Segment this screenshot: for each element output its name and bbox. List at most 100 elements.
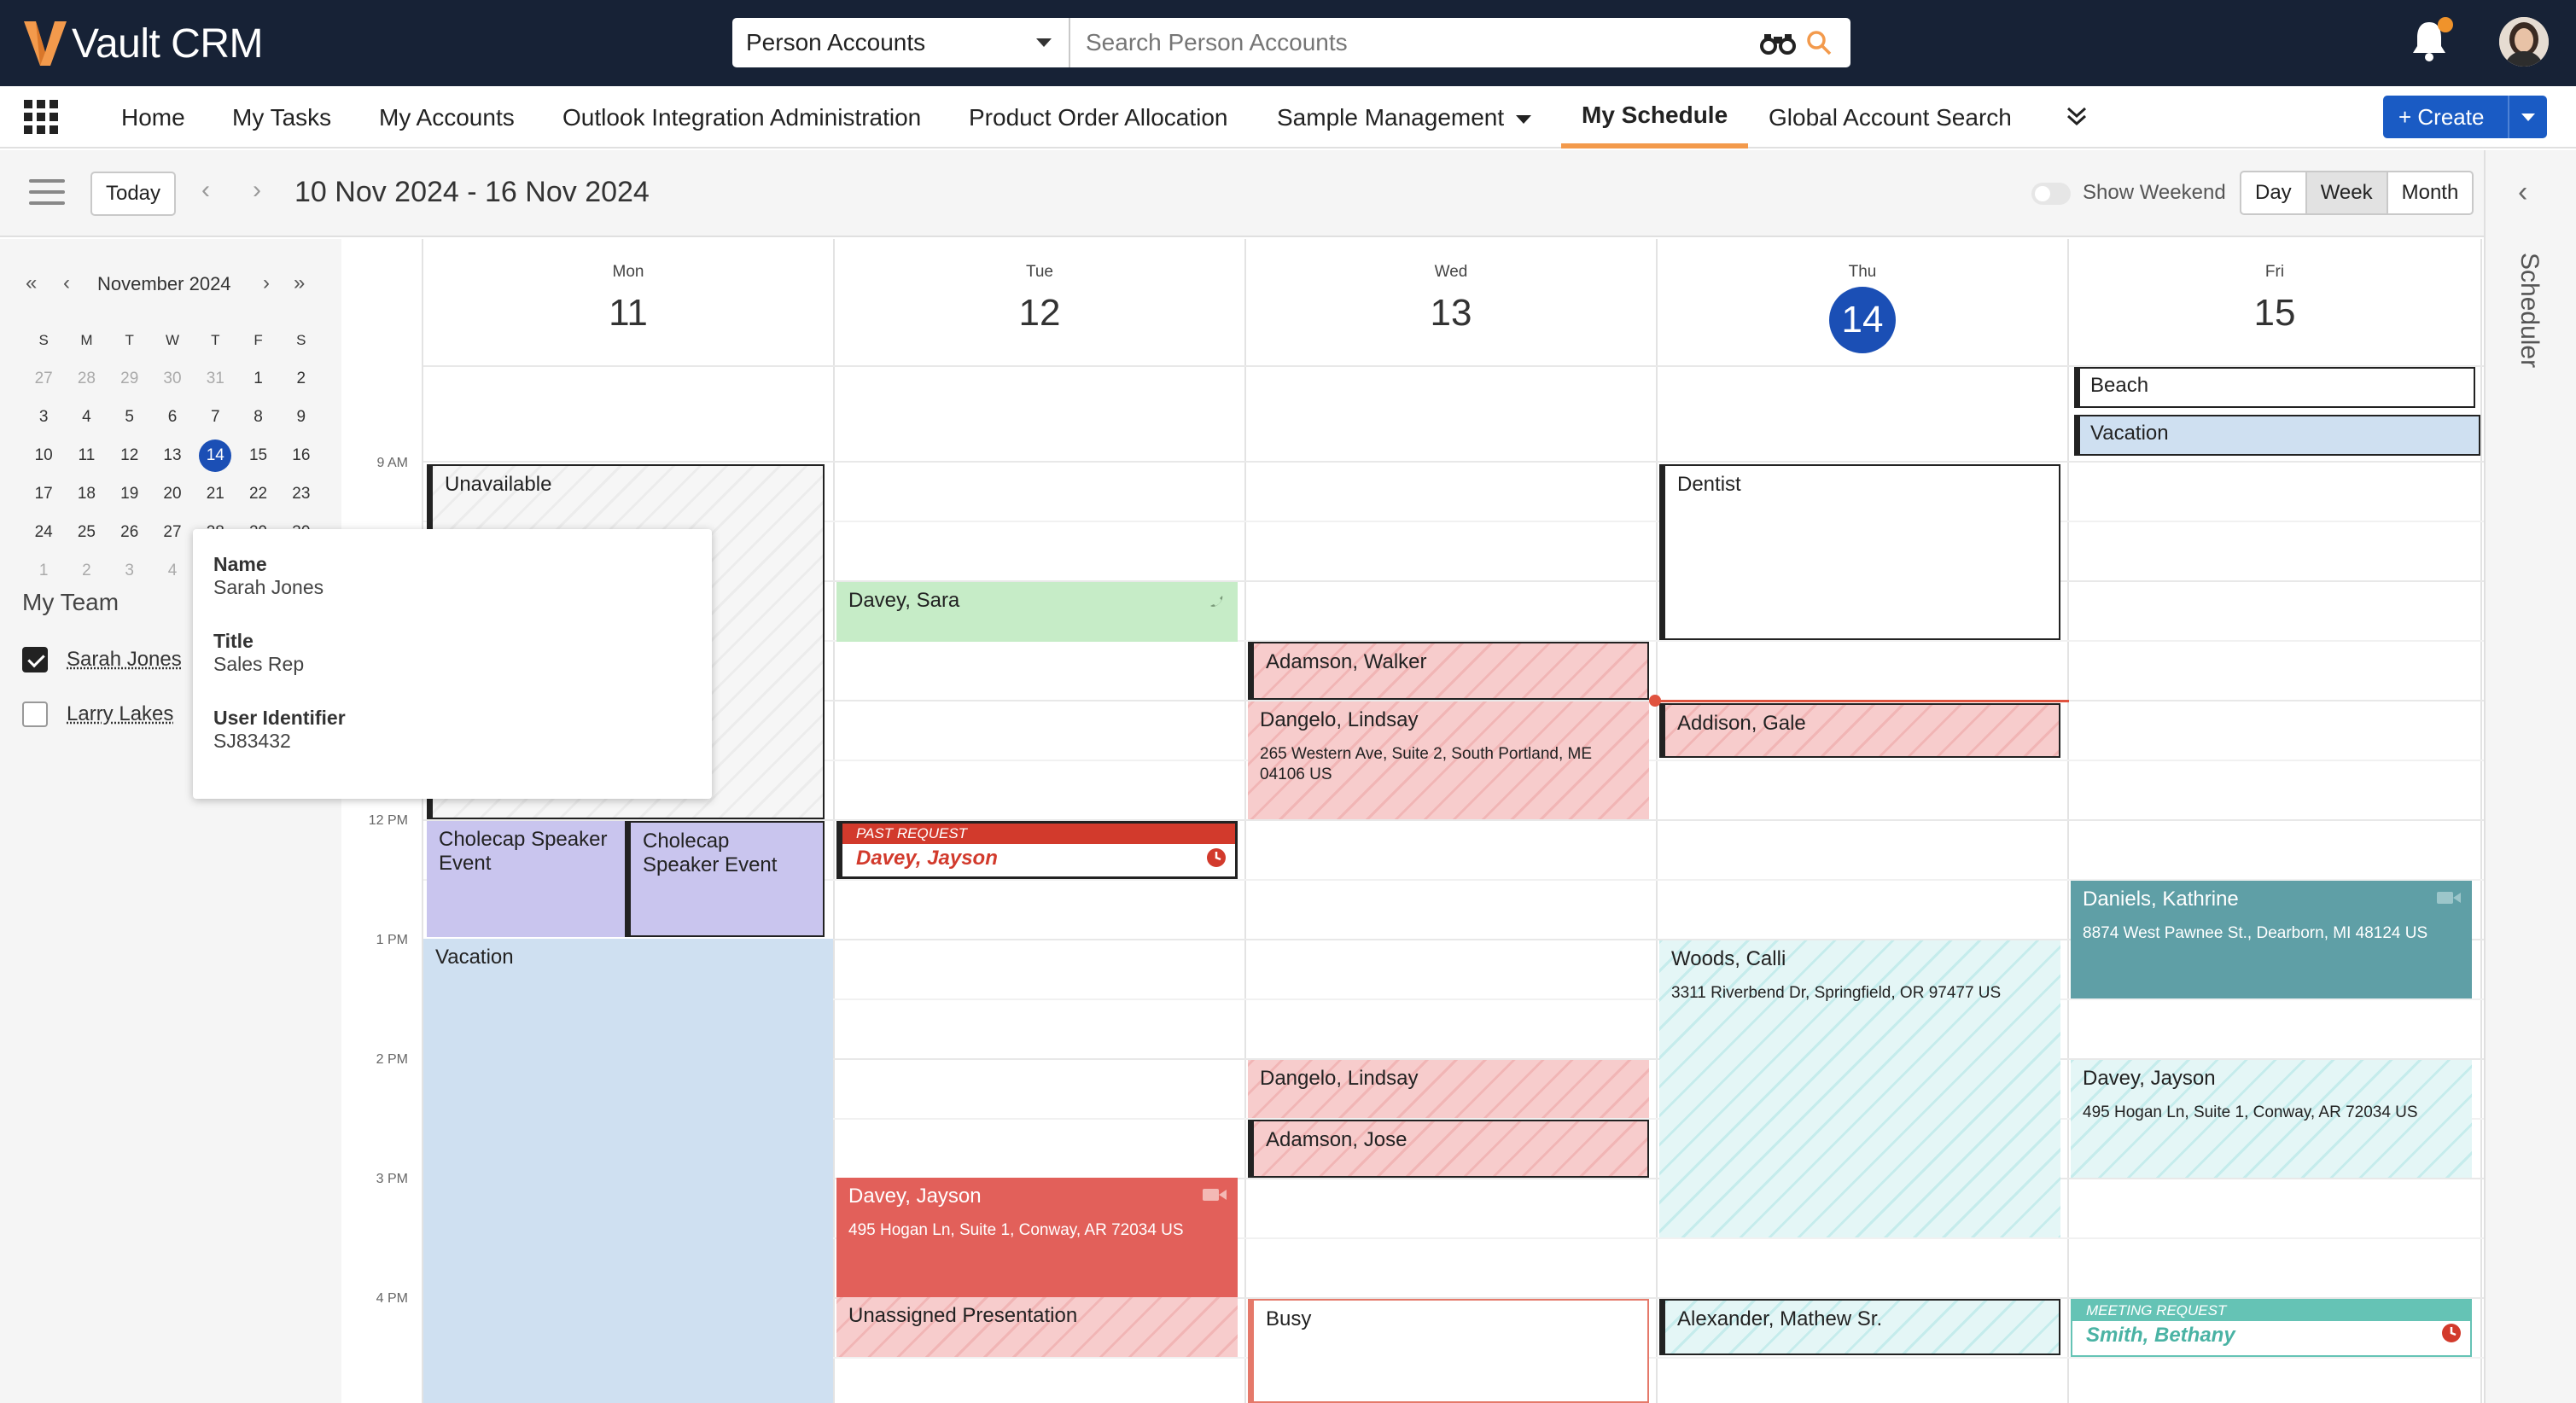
mini-calendar-day[interactable]: 8	[236, 408, 279, 427]
prev-year-icon[interactable]: «	[26, 271, 37, 295]
mini-calendar-day[interactable]: 27	[22, 370, 65, 388]
mini-calendar-day[interactable]: 28	[65, 370, 108, 388]
mini-calendar-day[interactable]: 31	[194, 370, 236, 388]
view-month-button[interactable]: Month	[2388, 172, 2473, 213]
notifications-bell-icon[interactable]	[2410, 17, 2453, 66]
event-davey-jayson-fri[interactable]: Davey, Jayson 495 Hogan Ln, Suite 1, Con…	[2071, 1060, 2472, 1178]
all-day-event-beach[interactable]: Beach	[2074, 367, 2475, 408]
mini-calendar-day[interactable]: 3	[108, 562, 151, 580]
event-addison-gale[interactable]: Addison, Gale	[1659, 703, 2060, 758]
day-header-tue[interactable]: Tue 12	[835, 239, 1244, 367]
mini-calendar-day[interactable]: 7	[194, 408, 236, 427]
mini-calendar-day[interactable]: 25	[65, 523, 108, 542]
mini-calendar-day[interactable]: 6	[151, 408, 194, 427]
chevron-left-icon[interactable]: ‹	[2518, 176, 2527, 209]
event-cholecap-speaker-1[interactable]: Cholecap Speaker Event	[427, 821, 625, 937]
mini-calendar-day[interactable]: 29	[108, 370, 151, 388]
next-year-icon[interactable]: »	[294, 271, 305, 295]
nav-my-schedule[interactable]: My Schedule	[1561, 86, 1749, 148]
nav-my-tasks[interactable]: My Tasks	[232, 86, 331, 148]
event-vacation-mon[interactable]: Vacation	[423, 939, 833, 1403]
day-header-wed[interactable]: Wed 13	[1246, 239, 1656, 367]
member-checkbox[interactable]	[22, 702, 48, 727]
event-unassigned-presentation[interactable]: Unassigned Presentation	[836, 1297, 1238, 1357]
app-launcher-icon[interactable]	[24, 100, 58, 134]
member-checkbox[interactable]	[22, 647, 48, 672]
team-member-larry-lakes[interactable]: Larry Lakes	[22, 702, 173, 727]
mini-calendar-day[interactable]: 21	[194, 485, 236, 504]
nav-global-account-search[interactable]: Global Account Search	[1769, 86, 2012, 148]
mini-calendar-day[interactable]: 22	[236, 485, 279, 504]
event-alexander-mathew[interactable]: Alexander, Mathew Sr.	[1659, 1299, 2060, 1355]
nav-outlook-integration-admin[interactable]: Outlook Integration Administration	[562, 86, 921, 148]
view-day-button[interactable]: Day	[2241, 172, 2307, 213]
view-week-button[interactable]: Week	[2306, 172, 2388, 213]
user-avatar[interactable]	[2499, 17, 2549, 67]
nav-home[interactable]: Home	[121, 86, 185, 148]
mini-calendar-day[interactable]: 26	[108, 523, 151, 542]
sidebar-toggle-icon[interactable]	[29, 179, 65, 212]
vault-crm-logo[interactable]: Vault CRM	[22, 14, 264, 73]
event-meeting-request[interactable]: MEETING REQUEST Smith, Bethany	[2071, 1299, 2472, 1357]
team-member-sarah-jones[interactable]: Sarah Jones	[22, 647, 182, 672]
prev-week-icon[interactable]: ‹	[201, 176, 210, 205]
next-month-icon[interactable]: ›	[263, 271, 270, 295]
create-button[interactable]: + Create	[2383, 96, 2547, 138]
day-header-mon[interactable]: Mon 11	[423, 239, 833, 367]
mini-calendar-day[interactable]: 2	[65, 562, 108, 580]
mini-calendar-day[interactable]: 23	[280, 485, 323, 504]
mini-calendar-day[interactable]: 27	[151, 523, 194, 542]
all-day-event-vacation[interactable]: Vacation	[2074, 415, 2480, 456]
mini-calendar-day[interactable]: 17	[22, 485, 65, 504]
mini-calendar-day[interactable]: 5	[108, 408, 151, 427]
mini-calendar-day[interactable]: 24	[22, 523, 65, 542]
nav-sample-management[interactable]: Sample Management	[1277, 86, 1532, 148]
prev-month-icon[interactable]: ‹	[63, 271, 70, 295]
event-woods-calli[interactable]: Woods, Calli 3311 Riverbend Dr, Springfi…	[1659, 940, 2060, 1237]
mini-calendar-day[interactable]: 3	[22, 408, 65, 427]
mini-calendar-day[interactable]: 12	[108, 446, 151, 465]
mini-calendar-day[interactable]: 10	[22, 446, 65, 465]
day-header-thu[interactable]: Thu 14	[1658, 239, 2067, 367]
mini-calendar-day[interactable]: 4	[151, 562, 194, 580]
create-menu-chevron-icon[interactable]	[2508, 96, 2547, 138]
mini-calendar-day[interactable]: 9	[280, 408, 323, 427]
mini-calendar-day[interactable]: 19	[108, 485, 151, 504]
search-object-select[interactable]: Person Accounts	[732, 18, 1070, 67]
mini-calendar-day[interactable]: 20	[151, 485, 194, 504]
mini-calendar-day[interactable]: 11	[65, 446, 108, 465]
show-weekend-toggle[interactable]	[2031, 183, 2071, 205]
search-input[interactable]	[1070, 18, 1850, 67]
event-adamson-jose[interactable]: Adamson, Jose	[1248, 1120, 1649, 1178]
member-name[interactable]: Sarah Jones	[67, 648, 182, 672]
nav-product-order-allocation[interactable]: Product Order Allocation	[969, 86, 1228, 148]
event-dangelo-lindsay-2[interactable]: Dangelo, Lindsay	[1248, 1060, 1649, 1118]
day-header-fri[interactable]: Fri 15	[2069, 239, 2480, 367]
binoculars-icon[interactable]	[1760, 32, 1796, 55]
event-cholecap-speaker-2[interactable]: Cholecap Speaker Event	[625, 821, 825, 937]
mini-calendar-day[interactable]: 13	[151, 446, 194, 465]
event-davey-sara[interactable]: Davey, Sara	[836, 582, 1238, 642]
search-icon[interactable]	[1806, 30, 1832, 55]
event-davey-jayson-tue[interactable]: Davey, Jayson 495 Hogan Ln, Suite 1, Con…	[836, 1178, 1238, 1297]
mini-calendar-day[interactable]: 2	[280, 370, 323, 388]
event-past-request[interactable]: PAST REQUEST Davey, Jayson	[836, 821, 1238, 879]
mini-calendar-day[interactable]: 18	[65, 485, 108, 504]
event-daniels-kathrine[interactable]: Daniels, Kathrine 8874 West Pawnee St., …	[2071, 881, 2472, 998]
nav-my-accounts[interactable]: My Accounts	[379, 86, 515, 148]
next-week-icon[interactable]: ›	[253, 176, 261, 205]
event-dentist[interactable]: Dentist	[1659, 464, 2060, 640]
mini-calendar-day[interactable]: 1	[22, 562, 65, 580]
more-tabs-chevron-icon[interactable]	[2066, 105, 2088, 134]
today-button[interactable]: Today	[90, 172, 176, 216]
event-busy[interactable]: Busy	[1248, 1299, 1649, 1403]
mini-calendar-day[interactable]: 30	[151, 370, 194, 388]
mini-calendar-day[interactable]: 1	[236, 370, 279, 388]
mini-calendar-day[interactable]: 16	[280, 446, 323, 465]
mini-calendar-day[interactable]: 15	[236, 446, 279, 465]
event-dangelo-lindsay-1[interactable]: Dangelo, Lindsay 265 Western Ave, Suite …	[1248, 702, 1649, 819]
event-adamson-walker[interactable]: Adamson, Walker	[1248, 642, 1649, 700]
mini-calendar-day[interactable]: 4	[65, 408, 108, 427]
mini-calendar-day[interactable]: 14	[194, 439, 236, 472]
scheduler-label[interactable]: Scheduler	[2515, 253, 2544, 368]
